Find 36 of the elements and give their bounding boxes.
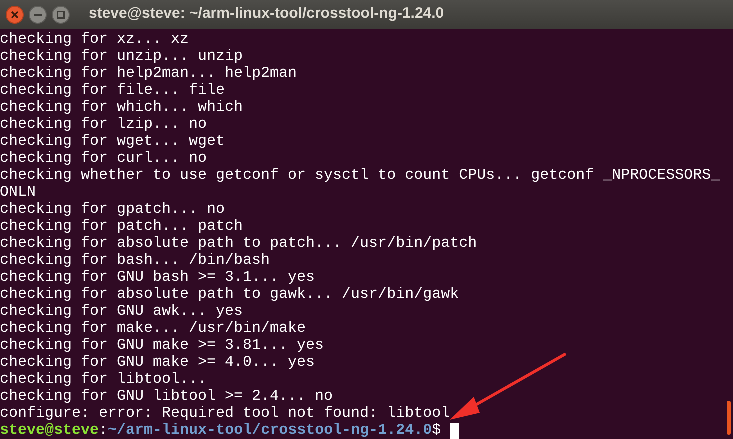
terminal-line: checking for GNU bash >= 3.1... yes [0,269,316,286]
minimize-icon [34,14,42,16]
terminal-line: ONLN [0,184,36,201]
terminal-line: checking for absolute path to gawk... /usr/bin/gawk [0,286,460,303]
terminal-line: checking for GNU libtool >= 2.4... no [0,388,334,405]
terminal-line: checking for make... /usr/bin/make [0,320,306,337]
terminal-line: checking for GNU awk... yes [0,303,244,320]
close-icon [11,10,19,18]
prompt-separator: : [99,422,108,439]
prompt-symbol: $ [432,422,442,439]
terminal-line: checking for xz... xz [0,31,190,48]
terminal-line: checking for GNU make >= 3.81... yes [0,337,324,354]
maximize-button[interactable] [52,6,70,24]
window-title: steve@steve: ~/arm-linux-tool/crosstool-ng-1.24.0 [89,4,444,24]
terminal-line: checking for file... file [0,82,226,99]
terminal-line: checking for lzip... no [0,116,208,133]
text-cursor [450,422,460,438]
prompt-path: ~/arm-linux-tool/crosstool-ng-1.24.0 [108,422,432,439]
terminal-line: checking for patch... patch [0,218,244,235]
close-button[interactable] [6,6,24,24]
terminal-line: checking for wget... wget [0,133,226,150]
terminal-line: checking for curl... no [0,150,208,167]
scrollbar-thumb[interactable] [727,401,731,435]
terminal-line: checking for gpatch... no [0,201,226,218]
terminal-line: checking for unzip... unzip [0,48,244,65]
minimize-button[interactable] [29,6,47,24]
terminal-line: checking for absolute path to patch... /usr/bin/patch [0,235,478,252]
terminal-line: checking for libtool... [0,371,208,388]
maximize-icon [57,10,65,18]
terminal-line: checking for help2man... help2man [0,65,298,82]
terminal-line: checking whether to use getconf or sysctl to count CPUs... getconf _NPROCESSORS_ [0,167,720,184]
terminal-line: configure: error: Required tool not found: libtool [0,405,450,422]
terminal-line: checking for GNU make >= 4.0... yes [0,354,316,371]
terminal-line: checking for which... which [0,99,244,116]
terminal-line: checking for bash... /bin/bash [0,252,270,269]
prompt-user-host: steve@steve [0,422,100,439]
